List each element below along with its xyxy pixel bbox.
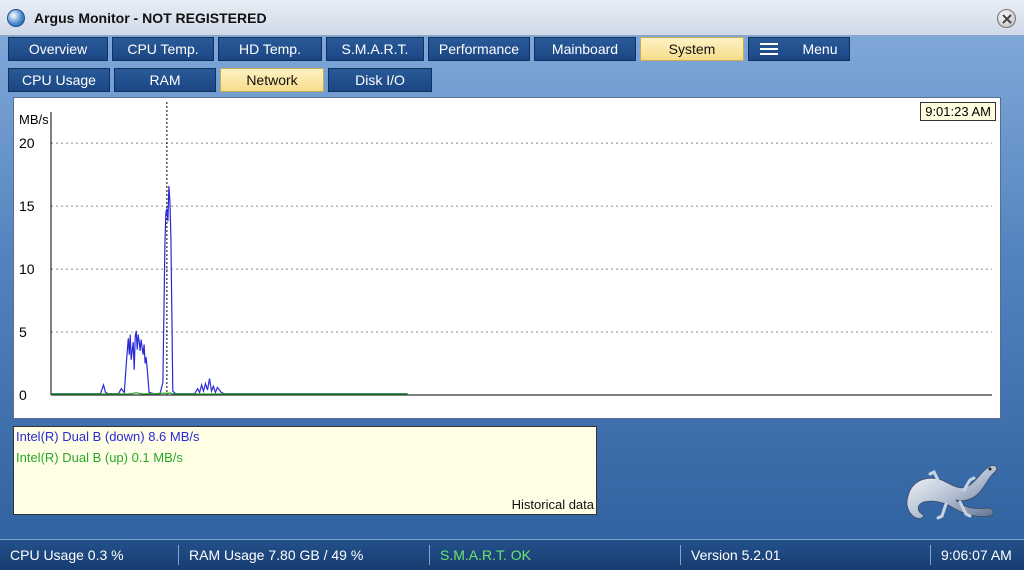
y-tick-label-20: 20	[19, 135, 35, 151]
tab-cpu-usage[interactable]: CPU Usage	[8, 68, 110, 92]
cursor-time-label: 9:01:23 AM	[920, 102, 996, 121]
tab-overview[interactable]: Overview	[8, 37, 108, 61]
window-title: Argus Monitor - NOT REGISTERED	[34, 10, 267, 26]
tab-disk-io[interactable]: Disk I/O	[328, 68, 432, 92]
close-icon[interactable]	[997, 9, 1016, 28]
tab-system[interactable]: System	[640, 37, 744, 61]
legend-panel: Intel(R) Dual B (down) 8.6 MB/s Intel(R)…	[13, 426, 597, 515]
menu-button[interactable]: Menu	[748, 37, 850, 61]
argus-globe-icon	[7, 9, 25, 27]
main-frame: Overview CPU Temp. HD Temp. S.M.A.R.T. P…	[0, 36, 1024, 570]
hamburger-icon	[760, 43, 779, 55]
menu-label: Menu	[802, 41, 838, 57]
sub-tab-bar: CPU Usage RAM Network Disk I/O	[8, 68, 432, 92]
network-chart: MB/s 0 5 10 15 20 9:01:23 AM	[13, 97, 1001, 419]
status-smart: S.M.A.R.T. OK	[429, 545, 531, 565]
status-bar: CPU Usage 0.3 % RAM Usage 7.80 GB / 49 %…	[0, 539, 1024, 570]
legend-download: Intel(R) Dual B (down) 8.6 MB/s	[16, 429, 200, 444]
tab-network[interactable]: Network	[220, 68, 324, 92]
status-ram-usage: RAM Usage 7.80 GB / 49 %	[178, 545, 363, 565]
series-line-down	[51, 185, 408, 395]
tab-performance[interactable]: Performance	[428, 37, 530, 61]
main-tab-bar: Overview CPU Temp. HD Temp. S.M.A.R.T. P…	[8, 37, 850, 61]
y-tick-label-0: 0	[19, 387, 27, 403]
tab-smart[interactable]: S.M.A.R.T.	[326, 37, 424, 61]
y-axis-label: MB/s	[19, 112, 49, 127]
historical-data-label[interactable]: Historical data	[512, 497, 594, 512]
status-version: Version 5.2.01	[680, 545, 781, 565]
tab-ram[interactable]: RAM	[114, 68, 216, 92]
salamander-logo-icon	[906, 465, 998, 520]
y-tick-label-15: 15	[19, 198, 35, 214]
status-clock: 9:06:07 AM	[930, 545, 1012, 565]
tab-mainboard[interactable]: Mainboard	[534, 37, 636, 61]
tab-hd-temp[interactable]: HD Temp.	[218, 37, 322, 61]
y-tick-label-5: 5	[19, 324, 27, 340]
title-bar: Argus Monitor - NOT REGISTERED	[0, 0, 1024, 36]
legend-upload: Intel(R) Dual B (up) 0.1 MB/s	[16, 450, 183, 465]
network-chart-svg: MB/s 0 5 10 15 20	[19, 102, 992, 403]
status-cpu-usage: CPU Usage 0.3 %	[10, 547, 124, 563]
y-tick-label-10: 10	[19, 261, 35, 277]
tab-cpu-temp[interactable]: CPU Temp.	[112, 37, 214, 61]
